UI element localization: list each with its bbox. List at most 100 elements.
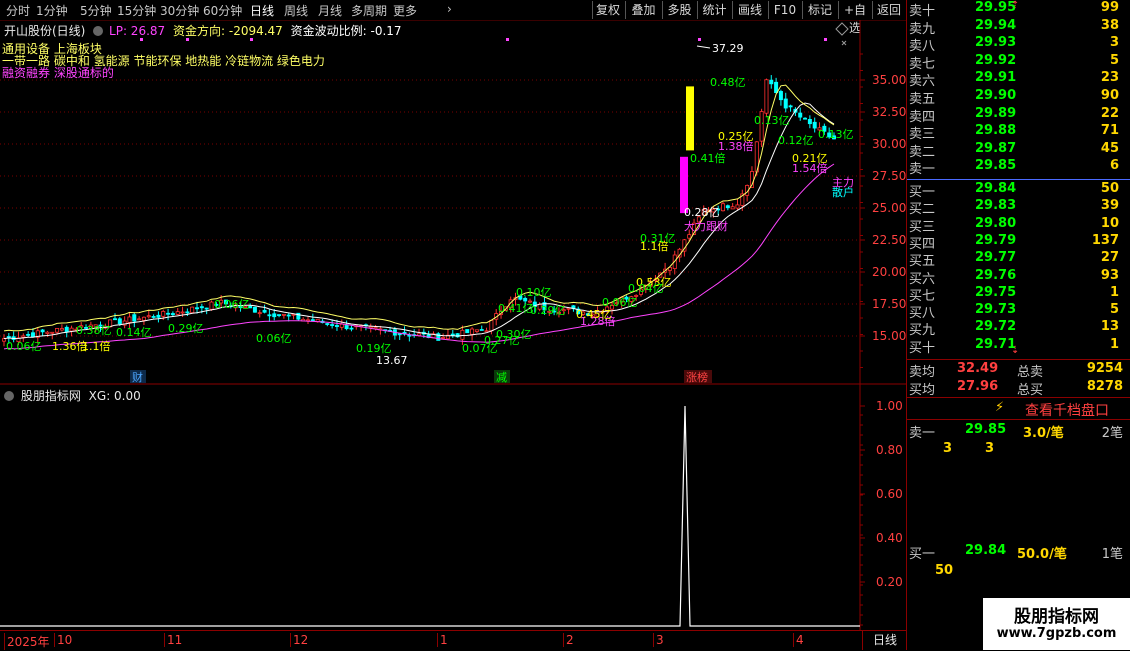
toolbar-button-6[interactable]: 标记 <box>802 1 837 19</box>
toolbar-button-4[interactable]: 画线 <box>732 1 767 19</box>
bid-row[interactable]: 买五 29.77 27 <box>909 250 1127 269</box>
time-axis-label: 1 <box>437 633 448 647</box>
period-tab[interactable]: 日线 <box>862 630 907 650</box>
ask-avg-label: 卖均 <box>909 365 936 380</box>
diamond-icon[interactable] <box>835 22 849 36</box>
bid-label: 买四 <box>909 236 936 252</box>
chart-annotation: 0.13亿 <box>818 128 854 141</box>
candle <box>286 313 291 322</box>
kline-chart[interactable]: 35.00 32.50 30.00 27.50 25.00 22.50 20.00 17.50… <box>0 20 906 385</box>
bid-price: 29.77 <box>975 250 1017 266</box>
chart-annotation: 0.10亿 <box>516 286 552 299</box>
ask-row[interactable]: 卖九 29.94 38 <box>909 17 1127 37</box>
bid-price: 29.75 <box>975 284 1017 300</box>
candle <box>566 307 571 315</box>
bid-row[interactable]: 买一 29.84 50 <box>909 181 1127 200</box>
chart-annotation: 0.12亿 <box>778 134 814 147</box>
sell1-price: 29.85 <box>965 422 1007 437</box>
bid-avg-value: 27.96 <box>957 379 999 394</box>
price-axis-label: 15.00 <box>872 329 906 343</box>
time-axis: 2025年 10 11 12 1 2 3 4 <box>0 630 906 651</box>
event-marker[interactable]: 涨榜 <box>684 370 712 384</box>
candle <box>788 104 793 112</box>
signal-bar-magenta <box>680 156 688 214</box>
indicator-chart[interactable]: 1.00 0.80 0.60 0.40 0.20 <box>0 385 906 630</box>
bid-row[interactable]: 买七 29.75 1 <box>909 284 1127 304</box>
period-tab-5[interactable]: 60分钟 <box>203 2 242 19</box>
qiandang-button[interactable]: 查看千档盘口 <box>1025 400 1109 420</box>
candle <box>363 323 368 331</box>
total-bid-label: 总买 <box>1017 383 1044 398</box>
toolbar-button-8[interactable]: 返回 <box>872 1 905 19</box>
period-tab-6[interactable]: 日线 <box>250 2 274 19</box>
watermark: 股朋指标网 www.7gpzb.com <box>983 598 1130 650</box>
bid-row[interactable]: 买三 29.80 10 <box>909 216 1127 235</box>
lightning-icon[interactable]: ⚡ <box>995 400 1004 415</box>
time-axis-label: 10 <box>54 633 72 647</box>
ask-row[interactable]: 卖二 29.87 45 <box>909 141 1127 160</box>
price-axis-label: 32.50 <box>872 105 906 119</box>
close-icon[interactable] <box>841 40 847 46</box>
period-tab-9[interactable]: 多周期 <box>351 2 387 19</box>
event-marker-label: 财 <box>132 370 143 384</box>
candle <box>195 301 200 314</box>
event-marker[interactable]: 财 <box>130 370 146 384</box>
candle <box>725 204 730 211</box>
chart-annotation: 0.41倍 <box>690 151 726 165</box>
bid-volume: 137 <box>1091 232 1119 248</box>
high-marker-arrow <box>696 45 711 49</box>
period-tab-2[interactable]: 5分钟 <box>80 2 112 19</box>
bid-row[interactable]: 买二 29.83 39 <box>909 198 1127 217</box>
candle <box>132 312 137 328</box>
candle <box>798 107 803 121</box>
signal-bar-yellow <box>686 86 694 151</box>
ask-price: 29.88 <box>975 123 1017 139</box>
candle <box>807 115 812 129</box>
period-tab-3[interactable]: 15分钟 <box>117 2 156 19</box>
chart-annotation: 散户 <box>832 185 854 199</box>
chart-annotation: 大力跟财 <box>684 219 728 233</box>
period-tab-8[interactable]: 月线 <box>318 2 342 19</box>
ask-row[interactable]: 卖四 29.89 22 <box>909 106 1127 125</box>
candle <box>484 327 489 333</box>
bid-row[interactable]: 买九 29.72 13 <box>909 319 1127 338</box>
ask-row[interactable]: 卖一 29.85 6 <box>909 158 1127 177</box>
chevron-right-icon[interactable]: › <box>447 2 452 16</box>
period-tab-4[interactable]: 30分钟 <box>160 2 199 19</box>
collapse-icon[interactable] <box>93 26 104 36</box>
toolbar-button-5[interactable]: F10 <box>768 1 801 19</box>
event-marker[interactable]: 减 <box>494 370 510 384</box>
sell1-queue: 3 <box>943 441 953 456</box>
toolbar-button-2[interactable]: 多股 <box>662 1 696 19</box>
bid-row[interactable]: 买四 29.79 137 <box>909 232 1127 252</box>
ask-price: 29.94 <box>975 17 1017 33</box>
toolbar-button-0[interactable]: 复权 <box>592 1 623 19</box>
bid-price: 29.71 <box>975 336 1017 352</box>
ask-row[interactable]: 卖七 29.92 5 <box>909 53 1127 72</box>
candle <box>320 319 325 324</box>
period-tab-10[interactable]: 更多 <box>393 2 417 19</box>
bid-row[interactable]: 买八 29.73 5 <box>909 302 1127 321</box>
bid-price: 29.84 <box>975 181 1017 196</box>
bid-volume: 50 <box>1100 181 1119 196</box>
candle <box>455 333 460 338</box>
ask-row[interactable]: 卖六 29.91 23 <box>909 70 1127 89</box>
collapse-icon[interactable] <box>4 391 14 401</box>
candle <box>156 311 161 323</box>
ask-label: 卖十 <box>909 4 936 19</box>
period-tab-1[interactable]: 1分钟 <box>36 2 68 19</box>
chart-annotation: 1.1倍 <box>640 239 669 253</box>
ask-volume: 6 <box>1109 158 1119 174</box>
ask-row[interactable]: 卖五 29.90 90 <box>909 88 1127 107</box>
fund-direction-label: 资金方向: -2094.47 <box>173 24 283 38</box>
toolbar-button-7[interactable]: +自选 <box>838 1 871 35</box>
toolbar-button-1[interactable]: 叠加 <box>625 1 661 19</box>
bid-row[interactable]: 买六 29.76 93 <box>909 268 1127 287</box>
ask-row[interactable]: 卖八 29.93 3 <box>909 35 1127 54</box>
ask-row[interactable]: 卖三 29.88 71 <box>909 123 1127 142</box>
candle <box>730 202 735 210</box>
period-tab-0[interactable]: 分时 <box>6 2 30 19</box>
top-dot <box>698 38 701 41</box>
period-tab-7[interactable]: 周线 <box>284 2 308 19</box>
toolbar-button-3[interactable]: 统计 <box>697 1 731 19</box>
